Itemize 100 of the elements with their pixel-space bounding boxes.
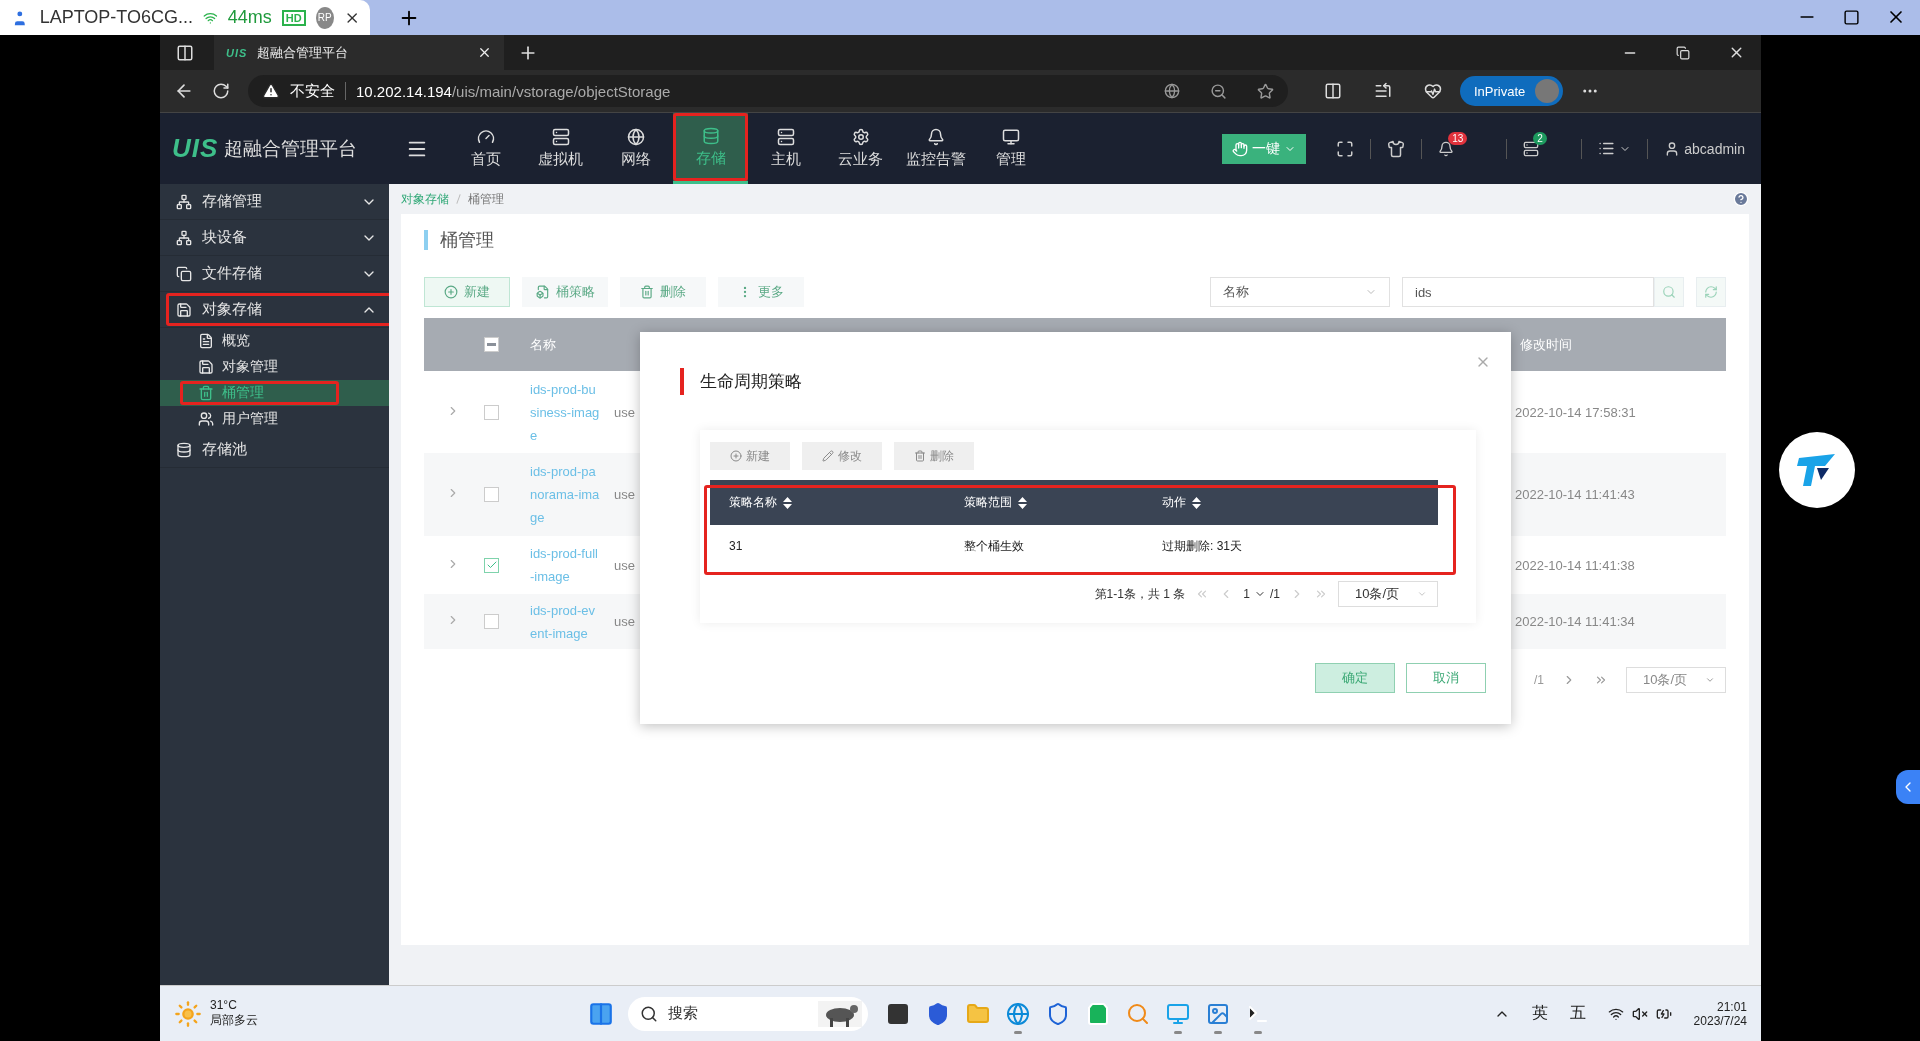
- page-size-select[interactable]: 10条/页: [1626, 667, 1726, 693]
- nav-tab[interactable]: 主机: [748, 113, 823, 184]
- sidebar-subitem[interactable]: 对象管理: [160, 354, 389, 380]
- collapse-tab[interactable]: [1896, 770, 1920, 804]
- health-icon[interactable]: [1424, 82, 1442, 100]
- search-field[interactable]: ids: [1402, 277, 1654, 307]
- browser-tab[interactable]: UIS 超融合管理平台: [214, 35, 504, 70]
- running-indicator: [1174, 1030, 1182, 1034]
- weather-icon: [174, 999, 202, 1028]
- tab-actions-icon[interactable]: [176, 43, 194, 62]
- network-icon: [176, 193, 192, 210]
- address-bar[interactable]: 不安全 10.202.14.194/uis/main/vstorage/objectStorage: [248, 75, 1288, 107]
- username[interactable]: abcadmin: [1684, 140, 1745, 157]
- warning-icon: [262, 82, 280, 100]
- app-title: 超融合管理平台: [224, 136, 358, 161]
- row-checkbox[interactable]: [484, 614, 499, 629]
- server-icon: [551, 128, 570, 146]
- caret-icon: [1417, 589, 1427, 599]
- files-icon: [176, 265, 192, 282]
- current-page[interactable]: 1: [1243, 587, 1250, 601]
- row-checkbox[interactable]: [484, 404, 499, 420]
- page-count: /1: [1270, 587, 1280, 601]
- bucket-icon: [198, 385, 214, 401]
- sidebar-subitem[interactable]: 用户管理: [160, 406, 389, 432]
- table-cell: 2022-10-14 11:41:34: [1515, 614, 1635, 629]
- column-header[interactable]: 策略名称: [729, 494, 777, 511]
- clock-date[interactable]: 2023/7/24: [1693, 1013, 1747, 1028]
- alert-count: 13: [1448, 131, 1468, 145]
- sort-icon[interactable]: [1192, 496, 1201, 509]
- gauge-icon: [476, 128, 495, 146]
- fullscreen-icon[interactable]: [1336, 139, 1355, 158]
- remote-desktop-icon: [1206, 1001, 1230, 1026]
- user-icon: [198, 411, 214, 427]
- network-icon: [176, 229, 192, 246]
- select-all-checkbox[interactable]: [484, 337, 499, 352]
- nav-tab[interactable]: 云业务: [823, 113, 898, 184]
- gear-icon: [851, 128, 870, 146]
- app-icon: [1166, 1001, 1190, 1026]
- bag-icon: [1086, 1001, 1110, 1026]
- sidebar-subitem[interactable]: 概览: [160, 328, 389, 354]
- avatar-badge: RP: [315, 6, 334, 29]
- page-size-select[interactable]: 10条/页: [1338, 581, 1438, 607]
- sort-icon[interactable]: [1018, 496, 1027, 509]
- row-checkbox[interactable]: [484, 557, 499, 573]
- clock-time[interactable]: 21:01: [1716, 999, 1747, 1014]
- hand-icon: [1232, 140, 1249, 157]
- column-header[interactable]: 策略范围: [964, 494, 1012, 511]
- nav-tab[interactable]: 管理: [973, 113, 1048, 184]
- start-icon[interactable]: [588, 1000, 614, 1027]
- inprivate-button[interactable]: InPrivate: [1460, 76, 1564, 106]
- nav-tab[interactable]: 虚拟机: [523, 113, 598, 184]
- column-header[interactable]: 动作: [1162, 494, 1186, 511]
- list-icon[interactable]: [1598, 140, 1616, 157]
- help-icon[interactable]: [1733, 191, 1749, 207]
- shield-icon: [1046, 1001, 1070, 1026]
- nav-tab[interactable]: 监控告警: [898, 113, 973, 184]
- filter-select[interactable]: 名称: [1210, 277, 1390, 307]
- globe-icon: [626, 128, 645, 146]
- breadcrumb-item: 桶管理: [468, 190, 504, 208]
- row-checkbox[interactable]: [484, 487, 499, 502]
- table-cell: 2022-10-14 11:41:43: [1515, 487, 1635, 502]
- check-icon: [485, 559, 498, 571]
- close-icon[interactable]: [477, 45, 492, 60]
- table-cell-text: 整个桶生效: [964, 537, 1025, 555]
- window-icon: [886, 1001, 910, 1026]
- page-count: /1: [1534, 673, 1544, 687]
- favorite-icon[interactable]: [1257, 82, 1274, 100]
- ime-language[interactable]: 英: [1531, 1003, 1548, 1024]
- page-title: 桶管理: [440, 229, 494, 252]
- sort-icon[interactable]: [783, 496, 792, 509]
- mute-icon[interactable]: [1631, 1005, 1648, 1022]
- running-indicator: [1014, 1030, 1022, 1034]
- refresh-icon[interactable]: [212, 82, 230, 100]
- pagination-summary: 第1-1条，共 1 条: [1094, 585, 1186, 603]
- policy-icon: [535, 285, 550, 299]
- table-cell-text: 31: [729, 539, 744, 553]
- taskbar-search[interactable]: 搜索: [628, 996, 868, 1031]
- delete-icon: [640, 285, 654, 299]
- edit-icon: [822, 450, 834, 462]
- database-icon: [176, 441, 192, 458]
- ime-mode[interactable]: 五: [1569, 1003, 1586, 1024]
- maximize-icon[interactable]: [1843, 8, 1860, 26]
- zoom-out-icon[interactable]: [1210, 82, 1227, 100]
- table-cell: use: [614, 404, 635, 420]
- nav-tab[interactable]: 首页: [448, 113, 523, 184]
- document-icon: [198, 333, 214, 349]
- bell-icon[interactable]: [1438, 140, 1455, 157]
- server-icon: [776, 128, 795, 146]
- nav-tab[interactable]: 网络: [598, 113, 673, 184]
- split-screen-icon[interactable]: [1324, 82, 1342, 100]
- favorites-icon[interactable]: [1374, 82, 1392, 100]
- shirt-icon[interactable]: [1387, 139, 1406, 158]
- shield-icon: [926, 1001, 950, 1026]
- table-cell: 2022-10-14 17:58:31: [1515, 404, 1636, 420]
- add-icon: [730, 450, 742, 462]
- server-icon[interactable]: [1523, 140, 1540, 157]
- restore-icon[interactable]: [1676, 45, 1690, 60]
- running-indicator: [1214, 1030, 1222, 1034]
- table-cell: use: [614, 557, 635, 573]
- sidebar-item[interactable]: 存储池: [160, 432, 389, 468]
